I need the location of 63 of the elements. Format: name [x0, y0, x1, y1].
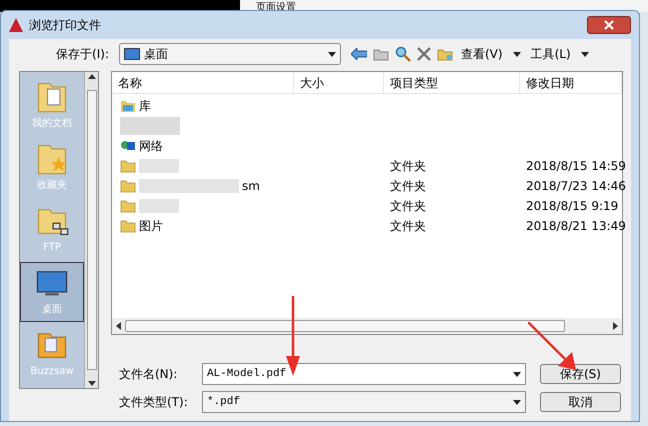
column-header[interactable]: 项目类型: [384, 72, 520, 93]
close-button[interactable]: [587, 16, 631, 34]
dialog-button[interactable]: 取消: [540, 392, 621, 412]
app-logo-icon: [9, 18, 23, 32]
location-value: 桌面: [144, 46, 168, 63]
file-date: 2018/8/15 14:59: [526, 158, 626, 173]
scroll-left-icon[interactable]: [116, 322, 121, 330]
blurred-block: [139, 159, 179, 173]
place-label: 桌面: [42, 302, 62, 317]
close-icon: [604, 20, 614, 30]
blurred-block: [120, 117, 180, 135]
column-header[interactable]: 修改日期: [520, 72, 622, 93]
input-field[interactable]: AL-Model.pdf: [202, 363, 526, 385]
file-type: 文件夹: [390, 218, 426, 233]
file-name: sm: [242, 178, 260, 195]
folder-icon: [120, 178, 136, 194]
horizontal-scrollbar[interactable]: [112, 318, 622, 334]
view-menu[interactable]: 查看(V): [461, 45, 521, 63]
place-label: FTP: [43, 241, 61, 255]
back-arrow-icon[interactable]: [351, 48, 367, 60]
file-type: 文件夹: [390, 158, 426, 173]
file-name: 库: [139, 98, 151, 115]
column-header[interactable]: 大小: [294, 72, 384, 93]
column-header[interactable]: 名称: [112, 72, 294, 93]
scrollbar[interactable]: [84, 72, 98, 388]
caret-icon: [580, 52, 589, 56]
delete-icon[interactable]: [417, 47, 431, 61]
field-value: *.pdf: [206, 394, 240, 410]
tools-menu[interactable]: 工具(L): [530, 45, 589, 63]
caret-icon: [513, 372, 521, 376]
scroll-thumb[interactable]: [125, 320, 565, 332]
place-label: 我的文档: [32, 116, 72, 131]
location-label: 保存于(I):: [55, 46, 110, 63]
file-date: 2018/7/23 14:46: [526, 178, 626, 193]
scroll-right-icon[interactable]: [613, 322, 618, 330]
location-dropdown[interactable]: 桌面: [119, 43, 341, 65]
folder-icon: [120, 158, 136, 174]
file-type: 文件夹: [390, 178, 426, 193]
folder-icon: [120, 198, 136, 214]
file-date: 2018/8/15 9:19: [526, 198, 618, 213]
file-name: 网络: [139, 138, 163, 155]
scroll-thumb[interactable]: [86, 90, 96, 370]
folder-icon: [120, 218, 136, 234]
field-label: 文件类型(T):: [119, 394, 189, 411]
scroll-down-icon[interactable]: [88, 381, 96, 386]
input-field[interactable]: *.pdf: [202, 391, 526, 413]
file-name: 图片: [139, 218, 163, 235]
place-label: 收藏夹: [37, 178, 67, 193]
library-icon: [120, 98, 136, 114]
file-date: 2018/8/21 13:49: [526, 218, 626, 233]
field-value: AL-Model.pdf: [206, 366, 286, 382]
search-icon[interactable]: [395, 46, 411, 62]
blurred-block: [139, 199, 179, 213]
caret-icon: [513, 400, 521, 404]
place-label: Buzzsaw: [30, 365, 74, 379]
caret-icon: [328, 52, 336, 56]
window-title: 浏览打印文件: [29, 17, 101, 34]
scroll-up-icon[interactable]: [88, 74, 96, 79]
monitor-icon: [124, 48, 140, 60]
file-type: 文件夹: [390, 198, 426, 213]
field-label: 文件名(N):: [119, 366, 178, 383]
caret-icon: [512, 52, 521, 56]
dialog-button[interactable]: 保存(S): [540, 364, 621, 384]
